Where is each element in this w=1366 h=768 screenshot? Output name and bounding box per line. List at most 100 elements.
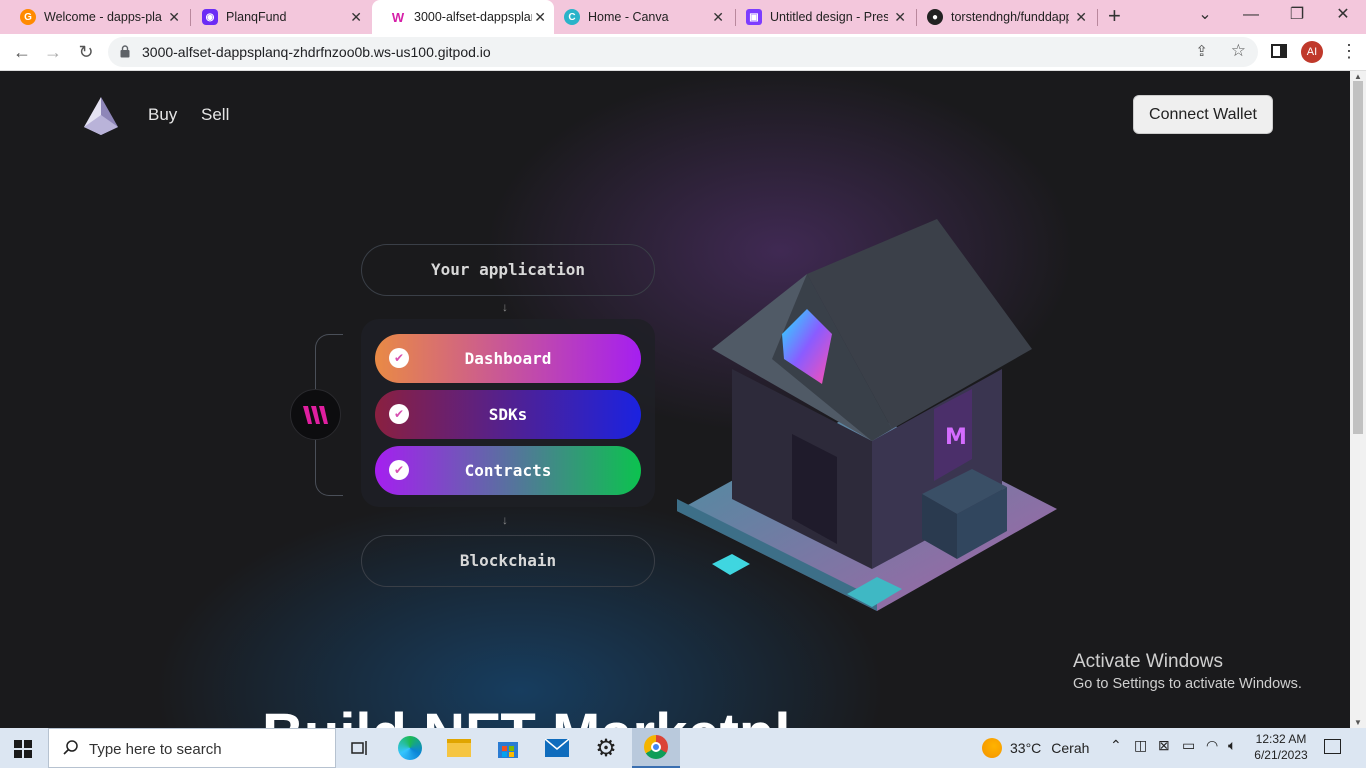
arrow-down-icon: ↓	[502, 300, 508, 314]
tab-canva-home[interactable]: C Home - Canva ✕	[546, 4, 732, 30]
planqfund-icon: ◉	[202, 9, 218, 25]
weather-sun-icon	[982, 738, 1002, 758]
check-icon: ✔	[389, 460, 409, 480]
taskbar-search-box[interactable]: Type here to search	[48, 728, 336, 768]
file-explorer-icon[interactable]	[435, 728, 483, 768]
gitpod-icon: G	[20, 9, 36, 25]
close-icon[interactable]: ✕	[534, 9, 546, 25]
browser-tab-strip: G Welcome - dapps-planq ✕ ◉ PlanqFund ✕ …	[0, 0, 1366, 34]
security-icon[interactable]: ⊠	[1158, 737, 1170, 754]
arrow-down-icon: ↓	[502, 513, 508, 527]
connect-wallet-button[interactable]: Connect Wallet	[1133, 95, 1273, 134]
scroll-up-icon[interactable]: ▲	[1354, 72, 1362, 81]
close-icon[interactable]: ✕	[168, 9, 180, 25]
github-icon: ●	[927, 9, 943, 25]
mail-icon[interactable]	[533, 728, 581, 768]
pill-label: Contracts	[464, 461, 552, 480]
url-text: 3000-alfset-dappsplanq-zhdrfnzoo0b.ws-us…	[142, 44, 491, 60]
tab-separator	[1097, 9, 1098, 26]
search-icon	[63, 740, 78, 755]
chrome-icon[interactable]	[632, 728, 680, 768]
thirdweb-logo-icon	[302, 405, 328, 424]
windows-start-icon[interactable]	[14, 740, 32, 758]
web-page: Buy Sell Connect Wallet Your application…	[0, 71, 1350, 728]
tab-title: torstendngh/funddapp	[951, 10, 1069, 24]
planq-logo-icon[interactable]	[82, 95, 120, 137]
weather-temperature: 33°C	[1010, 740, 1042, 756]
check-icon: ✔	[389, 348, 409, 368]
your-application-box: Your application	[361, 244, 655, 296]
tab-title: 3000-alfset-dappsplanq	[414, 10, 532, 24]
side-panel-icon[interactable]	[1271, 44, 1287, 58]
show-hidden-icons-chevron-icon[interactable]: ⌃	[1110, 737, 1122, 754]
settings-gear-icon[interactable]: ⚙	[582, 728, 630, 768]
clock-date: 6/21/2023	[1254, 748, 1308, 762]
volume-icon[interactable]: 🔈︎	[1228, 737, 1236, 754]
pill-label: Dashboard	[464, 349, 552, 368]
meet-now-icon[interactable]: ◫	[1134, 737, 1147, 754]
canva-icon: C	[564, 9, 580, 25]
page-scrollbar[interactable]: ▲ ▼	[1350, 71, 1366, 728]
menu-dots-icon[interactable]: ⋮	[1340, 41, 1358, 61]
share-icon[interactable]: ⇪	[1195, 42, 1208, 60]
watermark-title: Activate Windows	[1073, 651, 1223, 672]
nav-sell-link[interactable]: Sell	[201, 105, 229, 125]
microsoft-store-icon[interactable]	[484, 728, 532, 768]
window-controls: ⌄ — ❐ ✕	[1182, 0, 1366, 34]
thirdweb-badge	[290, 389, 341, 440]
new-tab-icon[interactable]: +	[1108, 5, 1121, 27]
sdks-pill: ✔ SDKs	[375, 390, 641, 439]
forward-icon[interactable]: →	[41, 40, 65, 64]
notification-center-icon[interactable]	[1324, 739, 1341, 754]
tab-title: PlanqFund	[226, 10, 287, 24]
check-icon: ✔	[389, 404, 409, 424]
tab-title: Welcome - dapps-planq	[44, 10, 162, 24]
tab-github[interactable]: ● torstendngh/funddapp ✕	[909, 4, 1095, 30]
clock-time: 12:32 AM	[1255, 732, 1307, 746]
browser-toolbar: ← → ↻ 3000-alfset-dappsplanq-zhdrfnzoo0b…	[0, 34, 1366, 71]
dashboard-pill: ✔ Dashboard	[375, 334, 641, 383]
canva-design-icon: ▣	[746, 9, 762, 25]
weather-widget[interactable]: 33°C Cerah	[982, 738, 1089, 758]
pill-label: SDKs	[488, 405, 528, 424]
lock-icon	[120, 45, 130, 58]
scrollbar-thumb[interactable]	[1353, 81, 1363, 434]
tab-canva-design[interactable]: ▣ Untitled design - Presentation ✕	[728, 4, 914, 30]
close-icon[interactable]: ✕	[712, 9, 724, 25]
restore-icon[interactable]: ❐	[1274, 0, 1320, 34]
svg-text:M: M	[945, 425, 967, 450]
nav-buy-link[interactable]: Buy	[148, 105, 177, 125]
blockchain-box: Blockchain	[361, 535, 655, 587]
edge-browser-icon[interactable]	[386, 728, 434, 768]
address-bar[interactable]: 3000-alfset-dappsplanq-zhdrfnzoo0b.ws-us…	[108, 37, 1258, 67]
close-icon[interactable]: ✕	[894, 9, 906, 25]
close-icon[interactable]: ✕	[1075, 9, 1087, 25]
battery-icon[interactable]: ▭	[1182, 737, 1195, 754]
taskbar-clock[interactable]: 12:32 AM 6/21/2023	[1250, 731, 1312, 763]
thirdweb-icon: W	[391, 9, 405, 25]
tab-planqfund[interactable]: ◉ PlanqFund ✕	[184, 4, 370, 30]
search-placeholder: Type here to search	[89, 741, 222, 758]
watermark-subtitle: Go to Settings to activate Windows.	[1073, 676, 1302, 692]
close-icon[interactable]: ✕	[350, 9, 362, 25]
reload-icon[interactable]: ↻	[74, 40, 98, 64]
profile-avatar[interactable]: AI	[1301, 41, 1323, 63]
hero-headline: Build NFT Marketpl	[262, 701, 790, 728]
tab-gitpod-welcome[interactable]: G Welcome - dapps-planq ✕	[2, 4, 188, 30]
scroll-down-icon[interactable]: ▼	[1354, 718, 1362, 727]
windows-taskbar: Type here to search ⚙ 33°C Cerah ⌃ ◫ ⊠ ▭…	[0, 728, 1366, 768]
close-window-icon[interactable]: ✕	[1320, 0, 1366, 34]
tab-title: Home - Canva	[588, 10, 669, 24]
tab-title: Untitled design - Presentation	[770, 10, 888, 24]
tab-search-icon[interactable]: ⌄	[1182, 0, 1228, 34]
task-view-icon[interactable]	[336, 728, 384, 768]
tab-active-localhost[interactable]: W 3000-alfset-dappsplanq ✕	[372, 0, 554, 34]
weather-condition: Cerah	[1051, 740, 1090, 756]
activate-windows-watermark: Activate Windows Go to Settings to activ…	[1073, 651, 1302, 692]
minimize-icon[interactable]: —	[1228, 0, 1274, 34]
bookmark-star-icon[interactable]: ☆	[1231, 41, 1246, 61]
contracts-pill: ✔ Contracts	[375, 446, 641, 495]
nft-shop-illustration: M	[677, 219, 1057, 611]
back-icon[interactable]: ←	[10, 40, 34, 64]
wifi-icon[interactable]: ◠	[1206, 737, 1218, 754]
